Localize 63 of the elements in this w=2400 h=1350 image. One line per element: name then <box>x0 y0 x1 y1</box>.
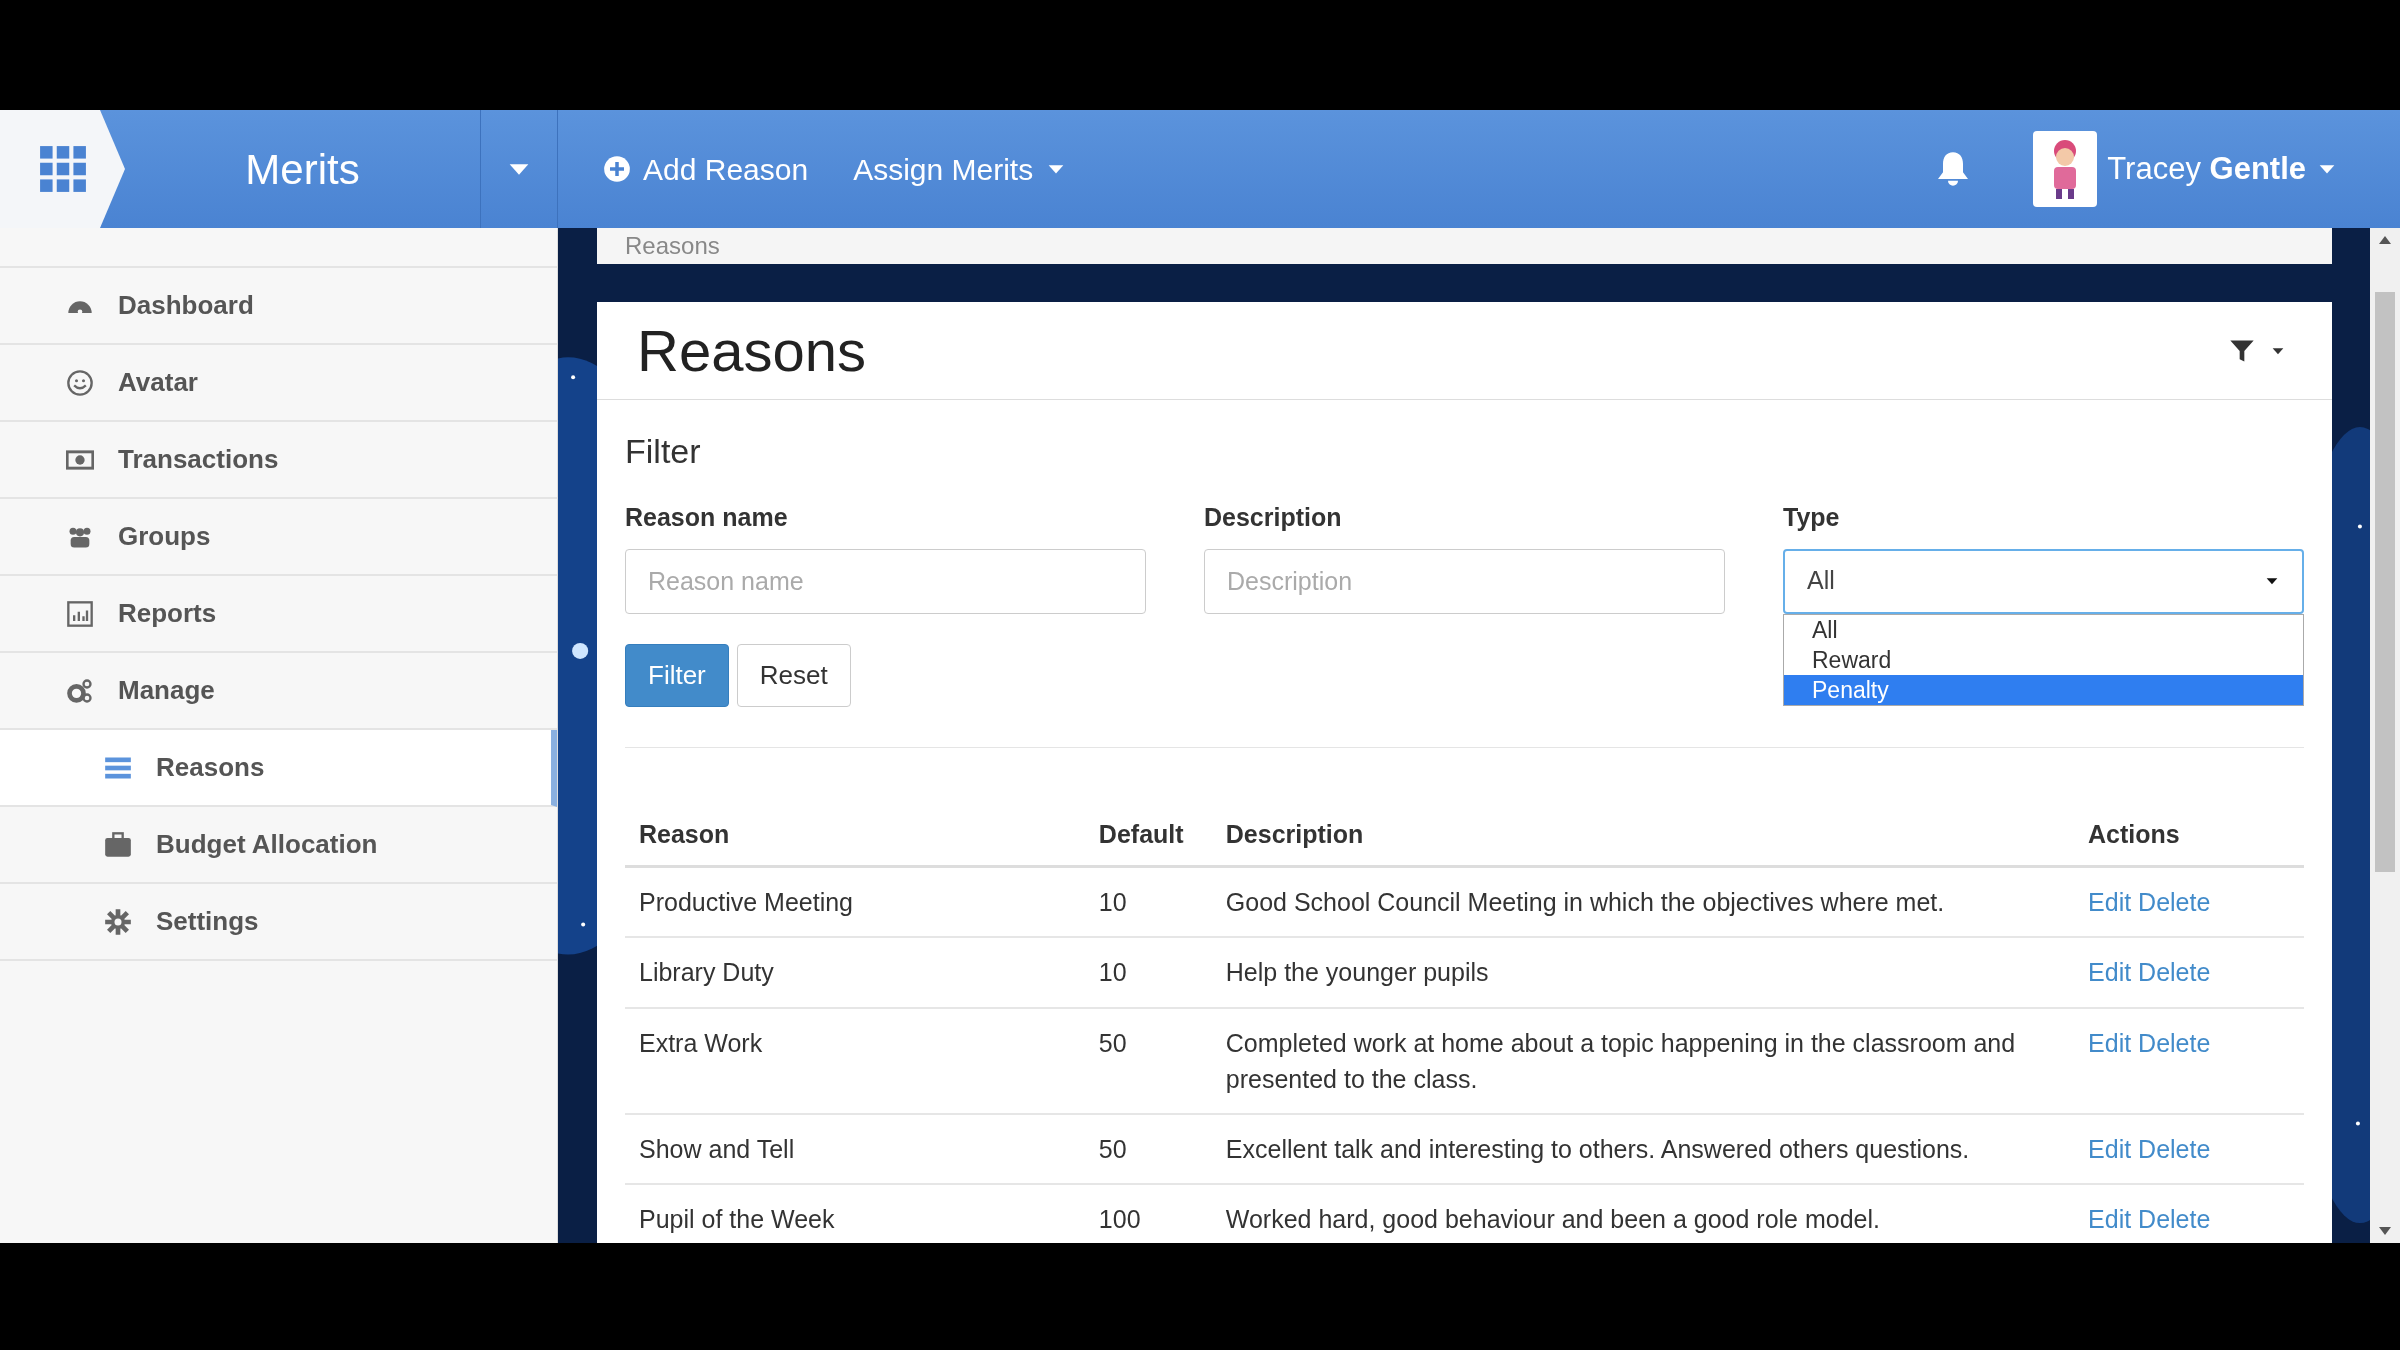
delete-link[interactable]: Delete <box>2138 1028 2211 1057</box>
table-cell: Productive Meeting <box>625 866 1085 938</box>
edit-link[interactable]: Edit <box>2088 1028 2132 1057</box>
column-header: Default <box>1084 803 1212 867</box>
column-header: Description <box>1211 803 2075 867</box>
delete-link[interactable]: Delete <box>2138 1205 2211 1234</box>
edit-link[interactable]: Edit <box>2088 1135 2132 1163</box>
sidebar-item[interactable]: Reports <box>0 576 557 653</box>
table-cell: 50 <box>1084 1114 1212 1185</box>
table-cell: Show and Tell <box>625 1114 1085 1185</box>
table-cell: Help the younger pupils <box>1211 937 2075 1008</box>
delete-link[interactable]: Delete <box>2138 1135 2211 1163</box>
input-field[interactable]: Description <box>1204 548 1725 614</box>
dropdown-option[interactable]: All <box>1784 614 2303 645</box>
field-label: Type <box>1783 502 1841 533</box>
column-header: Actions <box>2074 803 2304 867</box>
sidebar-item[interactable]: Dashboard <box>0 268 557 345</box>
table-cell: Completed work at home about a topic happening in the classroom and presented to the class. <box>1211 1007 2075 1114</box>
table-cell: Worked hard, good behaviour and been a good role model. <box>1211 1184 2075 1243</box>
table-cell: 50 <box>1084 1007 1212 1114</box>
table-cell: 10 <box>1084 937 1212 1008</box>
sidebar-item[interactable]: Transactions <box>0 422 557 499</box>
page-title: Reasons <box>637 316 866 385</box>
filter-button[interactable]: Filter <box>625 643 729 707</box>
table-cell: Library Duty <box>625 937 1085 1008</box>
type-select[interactable]: All <box>1783 548 2304 614</box>
column-header: Reason <box>625 803 1085 867</box>
nav-link[interactable]: Assign Merits <box>808 146 1068 192</box>
grid-icon <box>37 144 88 194</box>
table-cell: 100 <box>1084 1184 1212 1243</box>
sidebar-icon <box>104 907 132 936</box>
delete-link[interactable]: Delete <box>2138 888 2211 916</box>
delete-link[interactable]: Delete <box>2138 958 2211 987</box>
dropdown-option[interactable]: Penalty <box>1784 674 2303 705</box>
input-field[interactable]: Reason name <box>625 548 1146 614</box>
edit-link[interactable]: Edit <box>2088 958 2132 987</box>
sidebar-icon <box>66 676 94 705</box>
plus-circle-icon <box>603 155 631 183</box>
field-label: Reason name <box>625 502 789 533</box>
sidebar-item[interactable]: Avatar <box>0 345 557 422</box>
user-menu-button[interactable]: Tracey Gentle <box>2033 131 2338 207</box>
table-cell: Pupil of the Week <box>625 1184 1085 1243</box>
sidebar-icon <box>66 368 94 397</box>
sidebar-item[interactable]: Reasons <box>0 730 557 807</box>
breadcrumb-item[interactable]: Reasons <box>625 228 720 264</box>
edit-link[interactable]: Edit <box>2088 1205 2132 1234</box>
nav-link[interactable]: Add Reason <box>558 146 809 192</box>
sidebar-icon <box>66 599 94 628</box>
field-label: Description <box>1204 502 1343 533</box>
edit-link[interactable]: Edit <box>2088 888 2132 916</box>
sidebar-item[interactable]: Settings <box>0 884 557 961</box>
dropdown-option[interactable]: Reward <box>1784 644 2303 675</box>
sidebar-icon <box>104 830 132 859</box>
scrollbar[interactable] <box>2370 228 2400 1243</box>
filter-heading: Filter <box>625 431 702 472</box>
table-cell: Good School Council Meeting in which the objectives where met. <box>1211 866 2075 938</box>
table-cell: Extra Work <box>625 1007 1085 1114</box>
table-cell: Excellent talk and interesting to others. Answered others questions. <box>1211 1114 2075 1185</box>
app-title: Merits <box>244 144 361 195</box>
sidebar-item[interactable]: Groups <box>0 499 557 576</box>
table-cell: 10 <box>1084 866 1212 938</box>
sidebar-item[interactable]: Budget Allocation <box>0 807 557 884</box>
reset-button[interactable]: Reset <box>736 643 851 707</box>
